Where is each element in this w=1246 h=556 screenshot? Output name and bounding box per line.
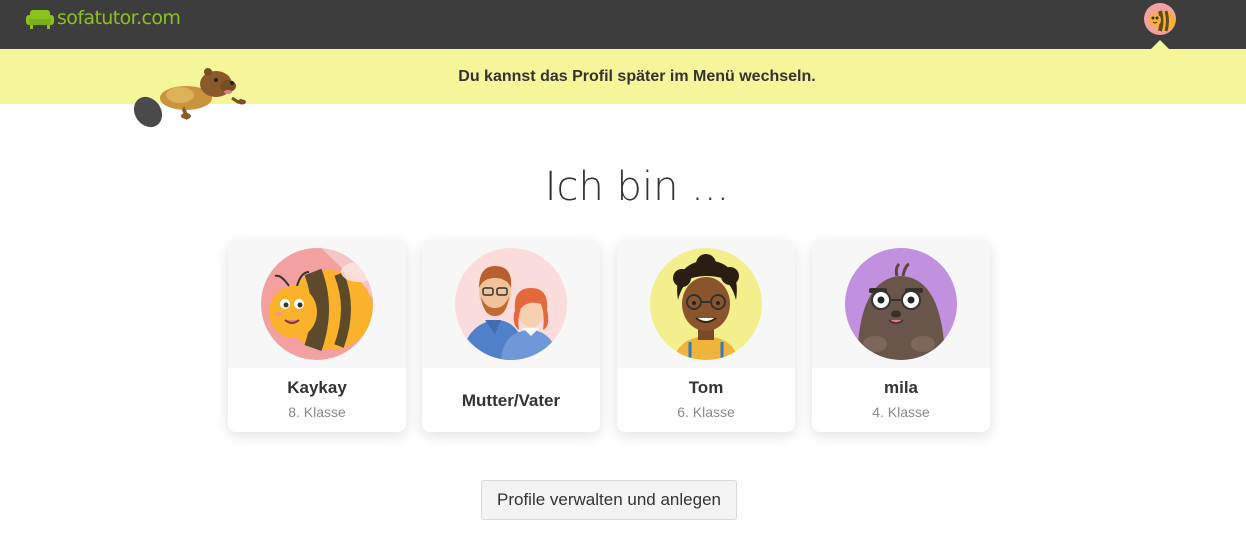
profile-card-tom[interactable]: Tom 6. Klasse [617,240,795,432]
profile-list: Kaykay 8. Klasse Mutter/Vater Tom 6. Kla… [228,240,990,432]
profile-card-mila[interactable]: mila 4. Klasse [812,240,990,432]
profile-name: Tom [688,378,724,397]
profile-name: Mutter/Vater [461,391,561,410]
boy-avatar-icon [650,248,762,360]
bee-avatar-icon [261,248,373,360]
profile-grade: 8. Klasse [288,404,346,420]
profile-avatar [845,248,957,360]
menu-caret [1151,40,1169,49]
manage-profiles-button[interactable]: Profile verwalten und anlegen [481,480,737,520]
mole-avatar-icon [845,248,957,360]
profile-avatar [455,248,567,360]
profile-card-parent[interactable]: Mutter/Vater [422,240,600,432]
top-navigation-bar: sofatutor.com [0,0,1246,49]
logo-text: sofatutor.com [57,7,181,29]
page-title: Ich bin ... [544,164,730,210]
parents-avatar-icon [455,248,567,360]
sofa-icon [26,10,54,29]
profile-grade: 6. Klasse [677,404,735,420]
profile-avatar [650,248,762,360]
beaver-mascot [133,68,246,128]
account-avatar[interactable] [1144,3,1176,35]
profile-card-kaykay[interactable]: Kaykay 8. Klasse [228,240,406,432]
profile-name: Kaykay [287,378,347,397]
profile-avatar [261,248,373,360]
sofatutor-logo[interactable]: sofatutor.com [26,5,181,31]
bee-avatar-icon [1144,3,1176,35]
profile-grade: 4. Klasse [872,404,930,420]
profile-name: mila [883,378,919,397]
